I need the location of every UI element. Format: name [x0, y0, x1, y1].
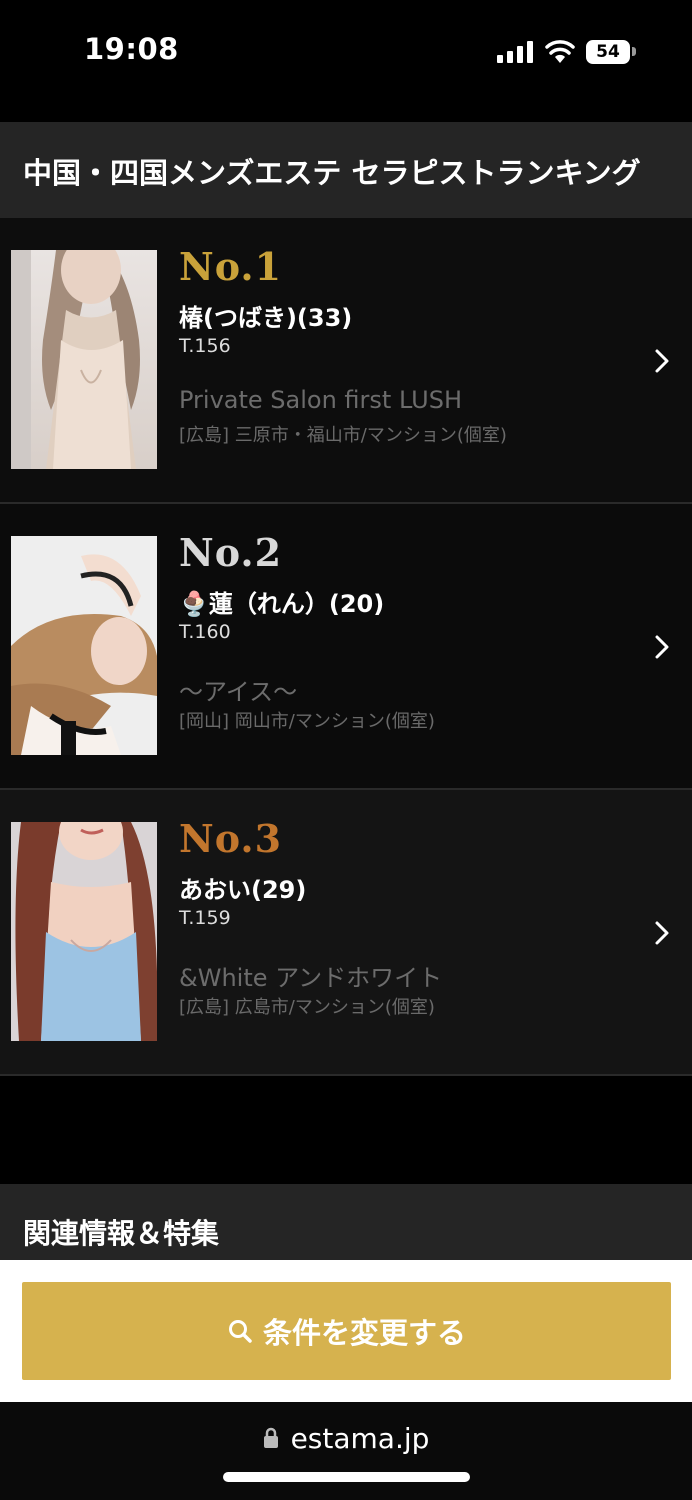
change-conditions-button[interactable]: 条件を変更する [22, 1282, 671, 1380]
browser-address-bar[interactable]: estama.jp [0, 1402, 692, 1500]
ranking-item-3[interactable]: No.3 あおい(29) T.159 &White アンドホワイト [広島] 広… [0, 790, 692, 1076]
cellular-signal-icon [497, 41, 533, 63]
shop-area: [広島] 広島市/マンション(個室) [179, 997, 435, 1018]
chevron-right-icon [655, 635, 669, 659]
status-bar: 19:08 54 [0, 0, 692, 120]
chevron-right-icon [655, 349, 669, 373]
therapist-height: T.160 [179, 621, 231, 643]
shop-name: Private Salon first LUSH [179, 386, 462, 414]
therapist-photo[interactable] [11, 250, 157, 469]
page-title: 中国・四国メンズエステ セラピストランキング [23, 156, 641, 190]
ranking-list: No.1 椿(つばき)(33) T.156 Private Salon firs… [0, 218, 692, 1076]
shop-area: [広島] 三原市・福山市/マンション(個室) [179, 425, 507, 446]
change-conditions-label: 条件を変更する [262, 1316, 466, 1350]
wifi-icon [545, 40, 575, 63]
therapist-name: 🍨蓮（れん）(20) [179, 590, 385, 618]
lock-icon [263, 1427, 278, 1448]
battery-level: 54 [596, 42, 620, 62]
address-bar[interactable]: estama.jp [0, 1422, 692, 1455]
rank-number: No.2 [179, 530, 283, 575]
rank-number: No.1 [179, 244, 283, 289]
battery-cap [632, 47, 636, 56]
therapist-height: T.156 [179, 335, 231, 357]
rank-number: No.3 [179, 816, 283, 861]
page-header: 中国・四国メンズエステ セラピストランキング [0, 122, 692, 218]
related-title: 関連情報＆特集 [23, 1217, 220, 1250]
ranking-item-2[interactable]: No.2 🍨蓮（れん）(20) T.160 〜アイス〜 [岡山] 岡山市/マンシ… [0, 504, 692, 790]
search-icon [228, 1320, 252, 1343]
therapist-name: あおい(29) [179, 876, 307, 904]
related-section: 関連情報＆特集 [0, 1184, 692, 1264]
battery-icon: 54 [586, 40, 630, 64]
url-text: estama.jp [290, 1422, 430, 1455]
shop-name: 〜アイス〜 [179, 678, 298, 706]
therapist-height: T.159 [179, 907, 231, 929]
home-indicator[interactable] [223, 1472, 470, 1482]
therapist-name: 椿(つばき)(33) [179, 304, 353, 332]
status-time: 19:08 [84, 32, 179, 66]
therapist-photo[interactable] [11, 536, 157, 755]
chevron-right-icon [655, 921, 669, 945]
shop-name: &White アンドホワイト [179, 964, 443, 992]
ranking-item-1[interactable]: No.1 椿(つばき)(33) T.156 Private Salon firs… [0, 218, 692, 504]
shop-area: [岡山] 岡山市/マンション(個室) [179, 711, 435, 732]
therapist-photo[interactable] [11, 822, 157, 1041]
action-panel: 条件を変更する [0, 1260, 692, 1402]
